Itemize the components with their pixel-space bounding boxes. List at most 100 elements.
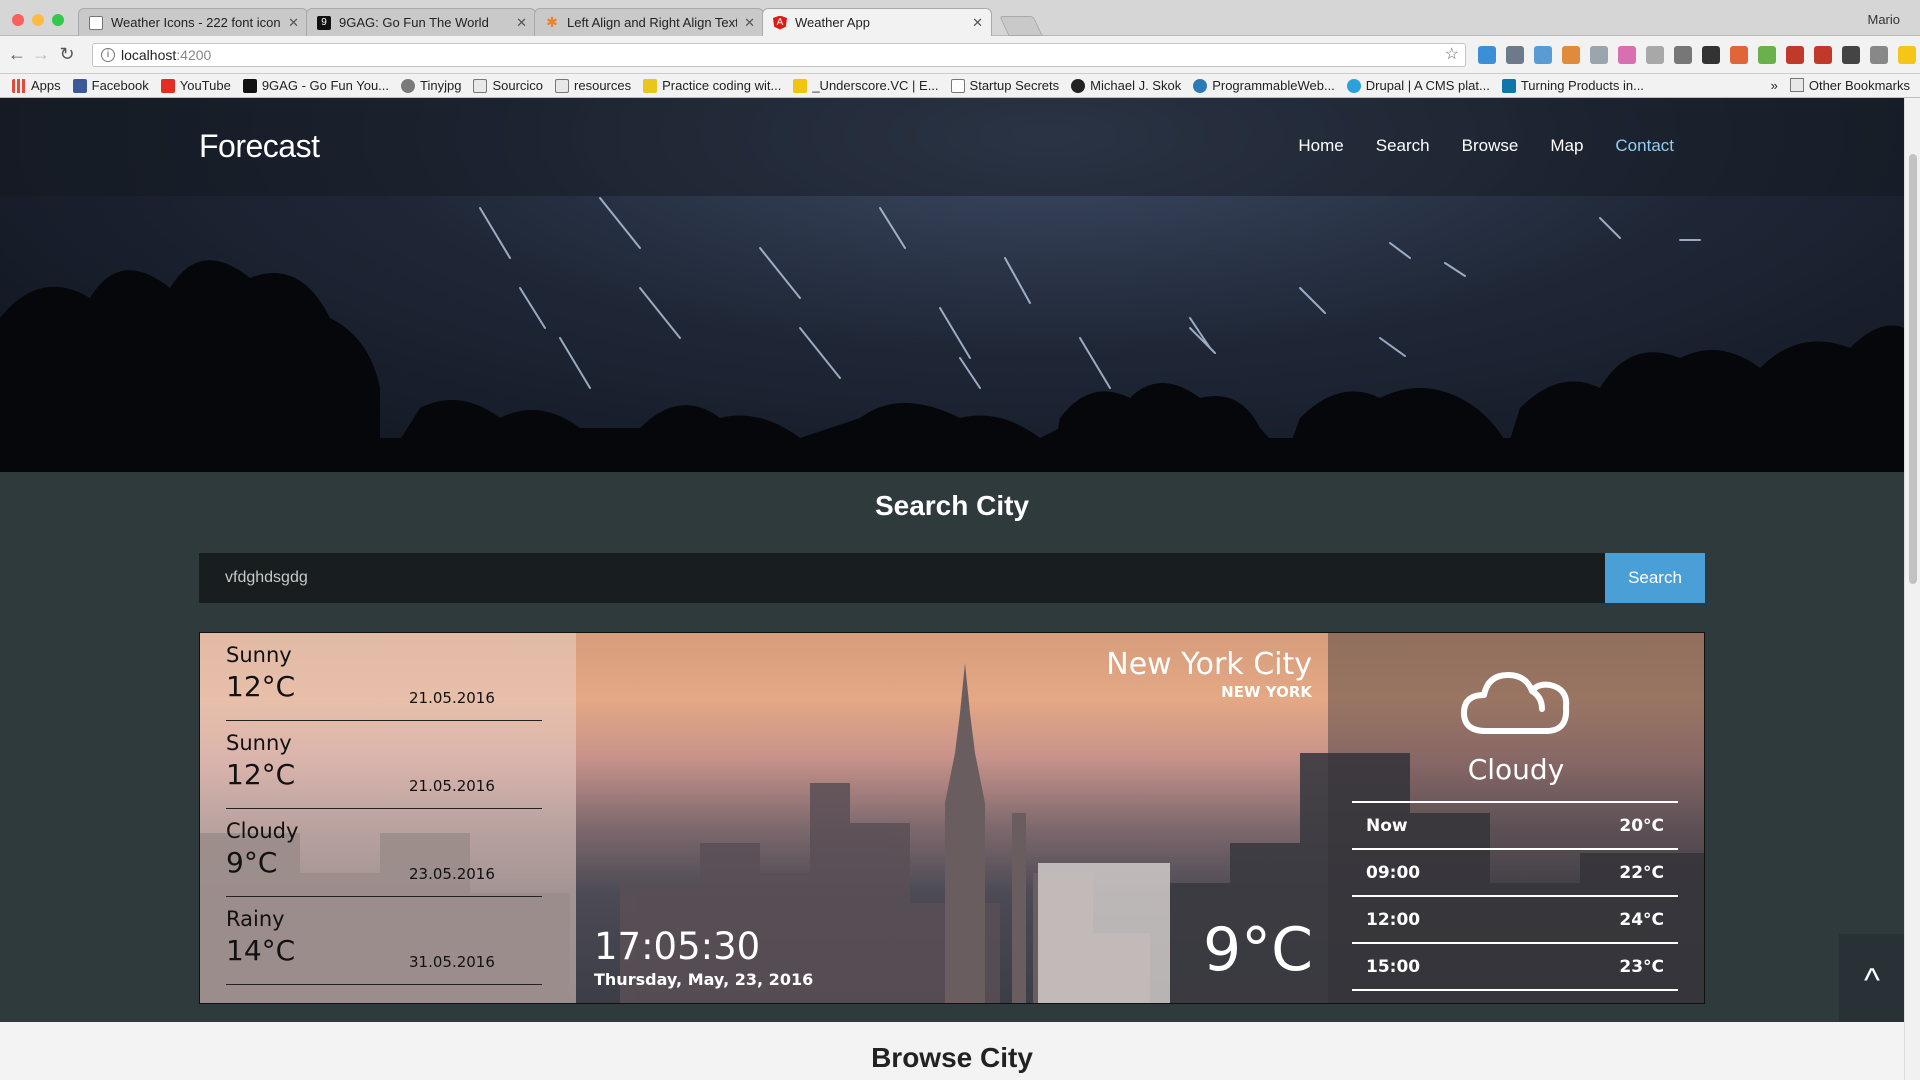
extension-icon[interactable] bbox=[1590, 46, 1608, 64]
scrollbar-thumb[interactable] bbox=[1909, 154, 1917, 584]
extension-icon[interactable] bbox=[1562, 46, 1580, 64]
stackoverflow-icon: ✱ bbox=[546, 14, 558, 30]
browse-section: Browse City bbox=[0, 1022, 1904, 1080]
forward-icon[interactable]: → bbox=[30, 44, 52, 65]
nav-search[interactable]: Search bbox=[1376, 136, 1430, 156]
address-bar[interactable]: i localhost:4200 ☆ bbox=[92, 43, 1466, 67]
tab-left-align[interactable]: ✱ Left Align and Right Align Text ✕ bbox=[534, 8, 764, 36]
reload-icon[interactable]: ↻ bbox=[56, 44, 78, 65]
bookmark-codewars[interactable]: Practice coding wit... bbox=[643, 78, 781, 93]
extension-icon[interactable] bbox=[1506, 46, 1524, 64]
tab-weather-icons[interactable]: Weather Icons - 222 font icons ✕ bbox=[78, 8, 308, 36]
page-icon bbox=[950, 78, 965, 93]
search-button[interactable]: Search bbox=[1605, 553, 1705, 603]
bookmark-programmableweb[interactable]: ProgrammableWeb... bbox=[1193, 78, 1335, 93]
bookmarks-bar: Apps Facebook YouTube 9GAG - Go Fun You.… bbox=[0, 74, 1920, 98]
nav-home[interactable]: Home bbox=[1298, 136, 1343, 156]
linkedin-icon bbox=[1501, 78, 1516, 93]
profile-name[interactable]: Mario bbox=[1867, 12, 1900, 27]
weather-card: Sunny 12°C 21.05.2016 Sunny 12°C 21.05.2… bbox=[199, 632, 1705, 1004]
tab-9gag[interactable]: 9 9GAG: Go Fun The World ✕ bbox=[306, 8, 536, 36]
extension-icon[interactable] bbox=[1618, 46, 1636, 64]
tab-weather-app[interactable]: A Weather App ✕ bbox=[762, 8, 992, 36]
bookmark-startup-secrets[interactable]: Startup Secrets bbox=[950, 78, 1059, 93]
extension-icon[interactable] bbox=[1842, 46, 1860, 64]
bookmark-folder-sourcico[interactable]: Sourcico bbox=[473, 78, 543, 93]
tab-title: Weather App bbox=[795, 15, 870, 30]
forecast-condition: Rainy bbox=[226, 907, 285, 931]
back-to-top-button[interactable]: ^ bbox=[1839, 934, 1904, 1034]
hourly-time: 09:00 bbox=[1366, 862, 1421, 883]
tab-title: 9GAG: Go Fun The World bbox=[339, 15, 489, 30]
extension-icon[interactable] bbox=[1898, 46, 1916, 64]
close-icon[interactable]: ✕ bbox=[972, 15, 983, 31]
tab-strip: Weather Icons - 222 font icons ✕ 9 9GAG:… bbox=[78, 8, 1043, 36]
extension-icon[interactable] bbox=[1758, 46, 1776, 64]
bookmark-9gag[interactable]: 9GAG - Go Fun You... bbox=[242, 78, 390, 93]
panda-icon bbox=[401, 78, 416, 93]
nav-map[interactable]: Map bbox=[1550, 136, 1583, 156]
web-page: Forecast Home Search Browse Map Contact … bbox=[0, 98, 1904, 1080]
nav-contact[interactable]: Contact bbox=[1615, 136, 1674, 156]
folder-icon bbox=[1789, 78, 1804, 92]
forecast-date: 23.05.2016 bbox=[409, 865, 495, 883]
bookmark-youtube[interactable]: YouTube bbox=[160, 78, 231, 93]
search-form: Search bbox=[199, 553, 1705, 603]
hourly-temp: 23°C bbox=[1619, 956, 1664, 977]
nav-browse[interactable]: Browse bbox=[1462, 136, 1519, 156]
bookmark-folder-resources[interactable]: resources bbox=[555, 78, 631, 93]
city-search-input[interactable] bbox=[199, 553, 1605, 603]
info-icon[interactable]: i bbox=[101, 48, 115, 62]
bookmark-label: YouTube bbox=[179, 78, 231, 93]
minimize-window-button[interactable] bbox=[32, 14, 44, 26]
hero-banner: Forecast Home Search Browse Map Contact bbox=[0, 98, 1904, 472]
hourly-forecast: Now 20°C 09:00 22°C 12:00 24°C 15:00 23°C bbox=[1352, 801, 1678, 991]
circle-icon bbox=[1071, 78, 1086, 93]
forecast-item: Sunny 12°C 21.05.2016 bbox=[226, 633, 542, 721]
maximize-window-button[interactable] bbox=[52, 14, 64, 26]
bookmark-apps[interactable]: Apps bbox=[12, 78, 61, 93]
bookmark-label: 9GAG - Go Fun You... bbox=[261, 78, 390, 93]
extension-icon[interactable] bbox=[1478, 46, 1496, 64]
page-scrollbar[interactable] bbox=[1904, 98, 1920, 1080]
bookmark-underscore[interactable]: _Underscore.VC | E... bbox=[793, 78, 939, 93]
extension-icon[interactable] bbox=[1646, 46, 1664, 64]
angular-icon: A bbox=[773, 15, 787, 30]
bookmark-michael-skok[interactable]: Michael J. Skok bbox=[1071, 78, 1181, 93]
hourly-row: 15:00 23°C bbox=[1352, 944, 1678, 991]
forecast-temperature: 14°C bbox=[226, 934, 296, 967]
site-brand[interactable]: Forecast bbox=[199, 128, 320, 165]
bookmark-drupal[interactable]: Drupal | A CMS plat... bbox=[1346, 78, 1490, 93]
bookmark-tinyjpg[interactable]: Tinyjpg bbox=[401, 78, 461, 93]
forecast-item: Cloudy 9°C 23.05.2016 bbox=[226, 809, 542, 897]
hourly-row: 09:00 22°C bbox=[1352, 850, 1678, 897]
bookmark-label: Sourcico bbox=[492, 78, 544, 93]
bookmarks-overflow-button[interactable]: » bbox=[1771, 78, 1778, 93]
site-menu: Home Search Browse Map Contact bbox=[1298, 136, 1674, 156]
bookmark-facebook[interactable]: Facebook bbox=[72, 78, 149, 93]
extension-icon[interactable] bbox=[1702, 46, 1720, 64]
hourly-row: Now 20°C bbox=[1352, 803, 1678, 850]
extension-icon[interactable] bbox=[1730, 46, 1748, 64]
extension-icon[interactable] bbox=[1786, 46, 1804, 64]
close-window-button[interactable] bbox=[12, 14, 24, 26]
new-tab-button[interactable] bbox=[999, 16, 1043, 36]
close-icon[interactable]: ✕ bbox=[744, 15, 755, 31]
bookmark-star-icon[interactable]: ☆ bbox=[1445, 44, 1459, 66]
bookmark-label: Practice coding wit... bbox=[662, 78, 782, 93]
back-icon[interactable]: ← bbox=[6, 44, 28, 65]
extension-icon[interactable] bbox=[1534, 46, 1552, 64]
close-icon[interactable]: ✕ bbox=[516, 15, 527, 31]
bookmark-turning-products[interactable]: Turning Products in... bbox=[1501, 78, 1644, 93]
close-icon[interactable]: ✕ bbox=[288, 15, 299, 31]
extension-icon[interactable] bbox=[1870, 46, 1888, 64]
bookmark-label: resources bbox=[574, 78, 632, 93]
hourly-time: 12:00 bbox=[1366, 909, 1421, 930]
bookmark-label: Drupal | A CMS plat... bbox=[1365, 78, 1490, 93]
extension-icon[interactable] bbox=[1674, 46, 1692, 64]
forecast-temperature: 12°C bbox=[226, 670, 296, 703]
other-bookmarks[interactable]: Other Bookmarks bbox=[1809, 78, 1910, 93]
hourly-row: 12:00 24°C bbox=[1352, 897, 1678, 944]
extension-icon[interactable] bbox=[1814, 46, 1832, 64]
forecast-temperature: 12°C bbox=[226, 758, 296, 791]
